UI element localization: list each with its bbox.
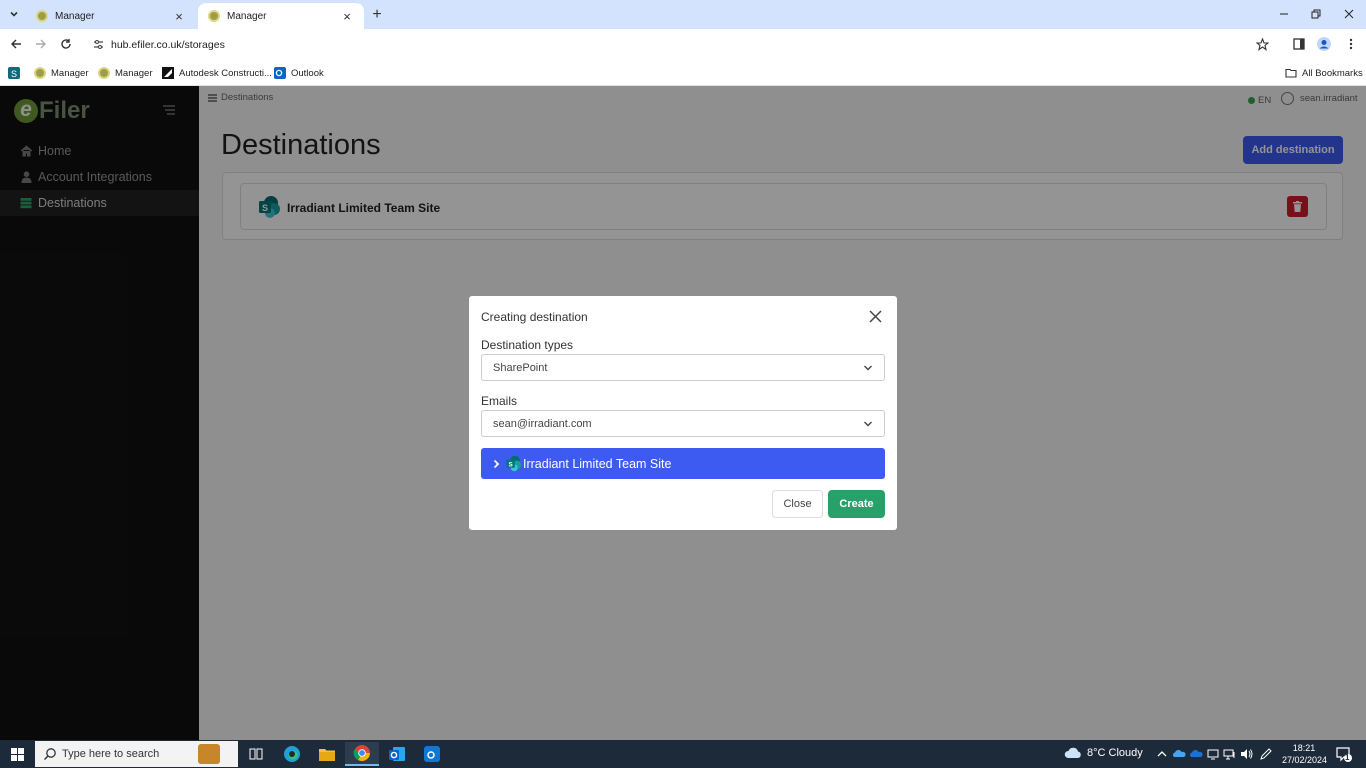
restore-icon[interactable] (1304, 5, 1328, 23)
select-value: SharePoint (493, 361, 548, 374)
manager-favicon (36, 10, 48, 22)
modal-title: Creating destination (481, 310, 588, 324)
manager-favicon (208, 10, 220, 22)
onedrive-business-icon[interactable] (1189, 747, 1203, 761)
volume-icon[interactable] (1240, 747, 1254, 761)
chevron-down-icon (10, 11, 18, 17)
new-tab-icon[interactable]: + (368, 6, 386, 24)
pen-icon[interactable] (1259, 747, 1273, 761)
chevron-down-icon (864, 421, 872, 427)
all-bookmarks[interactable]: All Bookmarks (1285, 65, 1363, 81)
manager-favicon (98, 67, 110, 79)
search-icon (44, 748, 56, 760)
tab-title: Manager (55, 10, 95, 22)
all-bookmarks-label: All Bookmarks (1302, 67, 1363, 79)
task-view-icon[interactable] (239, 742, 273, 766)
menu-kebab-icon[interactable] (1343, 36, 1359, 52)
file-explorer-icon[interactable] (310, 742, 344, 766)
sharepoint-icon: S (506, 455, 522, 472)
outlook-icon (274, 67, 286, 79)
taskbar: Type here to search 8°C Cloudy 18:21 27/… (0, 740, 1366, 768)
notification-count: 1 (1345, 753, 1350, 762)
svg-text:S: S (509, 461, 513, 468)
search-placeholder: Type here to search (62, 748, 160, 760)
bookmark-label: Manager (51, 67, 89, 79)
folder-icon (1285, 68, 1297, 78)
bookmark-label: Outlook (291, 67, 324, 79)
bookmarks-bar: S Manager Manager Autodesk Constructi...… (0, 59, 1366, 86)
site-tree-item[interactable]: S Irradiant Limited Team Site (481, 448, 885, 479)
create-button[interactable]: Create (828, 490, 885, 518)
outlook-new-icon[interactable] (415, 742, 449, 766)
windows-start-icon[interactable] (0, 740, 34, 768)
clock-time: 18:21 (1292, 743, 1316, 753)
star-icon[interactable] (1256, 38, 1269, 51)
tab-search-button[interactable] (4, 5, 24, 23)
onedrive-icon[interactable] (1172, 747, 1186, 761)
profile-icon[interactable] (1316, 36, 1332, 52)
chevron-up-icon[interactable] (1155, 747, 1169, 761)
emails-label: Emails (481, 394, 518, 408)
site-name: Irradiant Limited Team Site (523, 456, 672, 471)
bookmark-item[interactable]: Outlook (274, 65, 324, 81)
chevron-right-icon[interactable] (491, 459, 501, 469)
reload-icon[interactable] (58, 36, 74, 52)
close-tab-icon[interactable]: × (340, 9, 354, 24)
browser-tab-active[interactable]: Manager × (198, 3, 364, 29)
cloud-icon (1064, 747, 1081, 758)
device-icon[interactable] (1206, 747, 1220, 761)
bookmark-item[interactable]: Manager (34, 65, 89, 81)
url-text[interactable]: hub.efiler.co.uk/storages (111, 39, 225, 51)
emails-select[interactable]: sean@irradiant.com (481, 410, 885, 437)
back-icon[interactable] (8, 36, 24, 52)
bookmark-item[interactable]: Autodesk Constructi... (162, 65, 272, 81)
close-icon[interactable] (867, 308, 884, 325)
browser-tab-strip: Manager × Manager × + (0, 0, 1366, 29)
notification-center-icon[interactable]: 1 (1336, 746, 1352, 762)
svg-text:S: S (11, 69, 17, 79)
manager-favicon (34, 67, 46, 79)
close-tab-icon[interactable]: × (172, 9, 186, 24)
briefcase-icon (198, 744, 220, 764)
browser-tab[interactable]: Manager × (26, 3, 196, 29)
chrome-icon[interactable] (345, 742, 379, 766)
autodesk-icon (162, 67, 174, 79)
outlook-taskbar-icon[interactable] (380, 742, 414, 766)
browser-toolbar: hub.efiler.co.uk/storages (0, 29, 1366, 59)
network-icon[interactable] (1223, 747, 1237, 761)
bookmark-label: Autodesk Constructi... (179, 67, 272, 79)
extension-icon[interactable]: S (8, 65, 25, 81)
create-destination-modal: Creating destination Destination types S… (469, 296, 897, 530)
bookmark-label: Manager (115, 67, 153, 79)
bookmark-item[interactable]: Manager (98, 65, 153, 81)
minimize-icon[interactable] (1272, 5, 1296, 23)
weather-text: 8°C Cloudy (1087, 747, 1143, 759)
close-window-icon[interactable] (1337, 5, 1361, 23)
chevron-down-icon (864, 365, 872, 371)
forward-icon[interactable] (33, 36, 49, 52)
edge-icon[interactable] (275, 742, 309, 766)
address-bar[interactable]: hub.efiler.co.uk/storages (84, 33, 1282, 56)
select-value: sean@irradiant.com (493, 417, 592, 430)
side-panel-icon[interactable] (1291, 36, 1307, 52)
destination-types-label: Destination types (481, 338, 574, 352)
close-button[interactable]: Close (772, 490, 823, 518)
tab-title: Manager (227, 10, 267, 22)
site-info-icon[interactable] (93, 39, 104, 50)
destination-type-select[interactable]: SharePoint (481, 354, 885, 381)
weather-widget[interactable]: 8°C Cloudy (1064, 747, 1143, 759)
clock-date: 27/02/2024 (1282, 755, 1328, 765)
taskbar-search-box[interactable]: Type here to search (35, 741, 238, 767)
system-clock[interactable]: 18:21 27/02/2024 (1282, 742, 1328, 766)
